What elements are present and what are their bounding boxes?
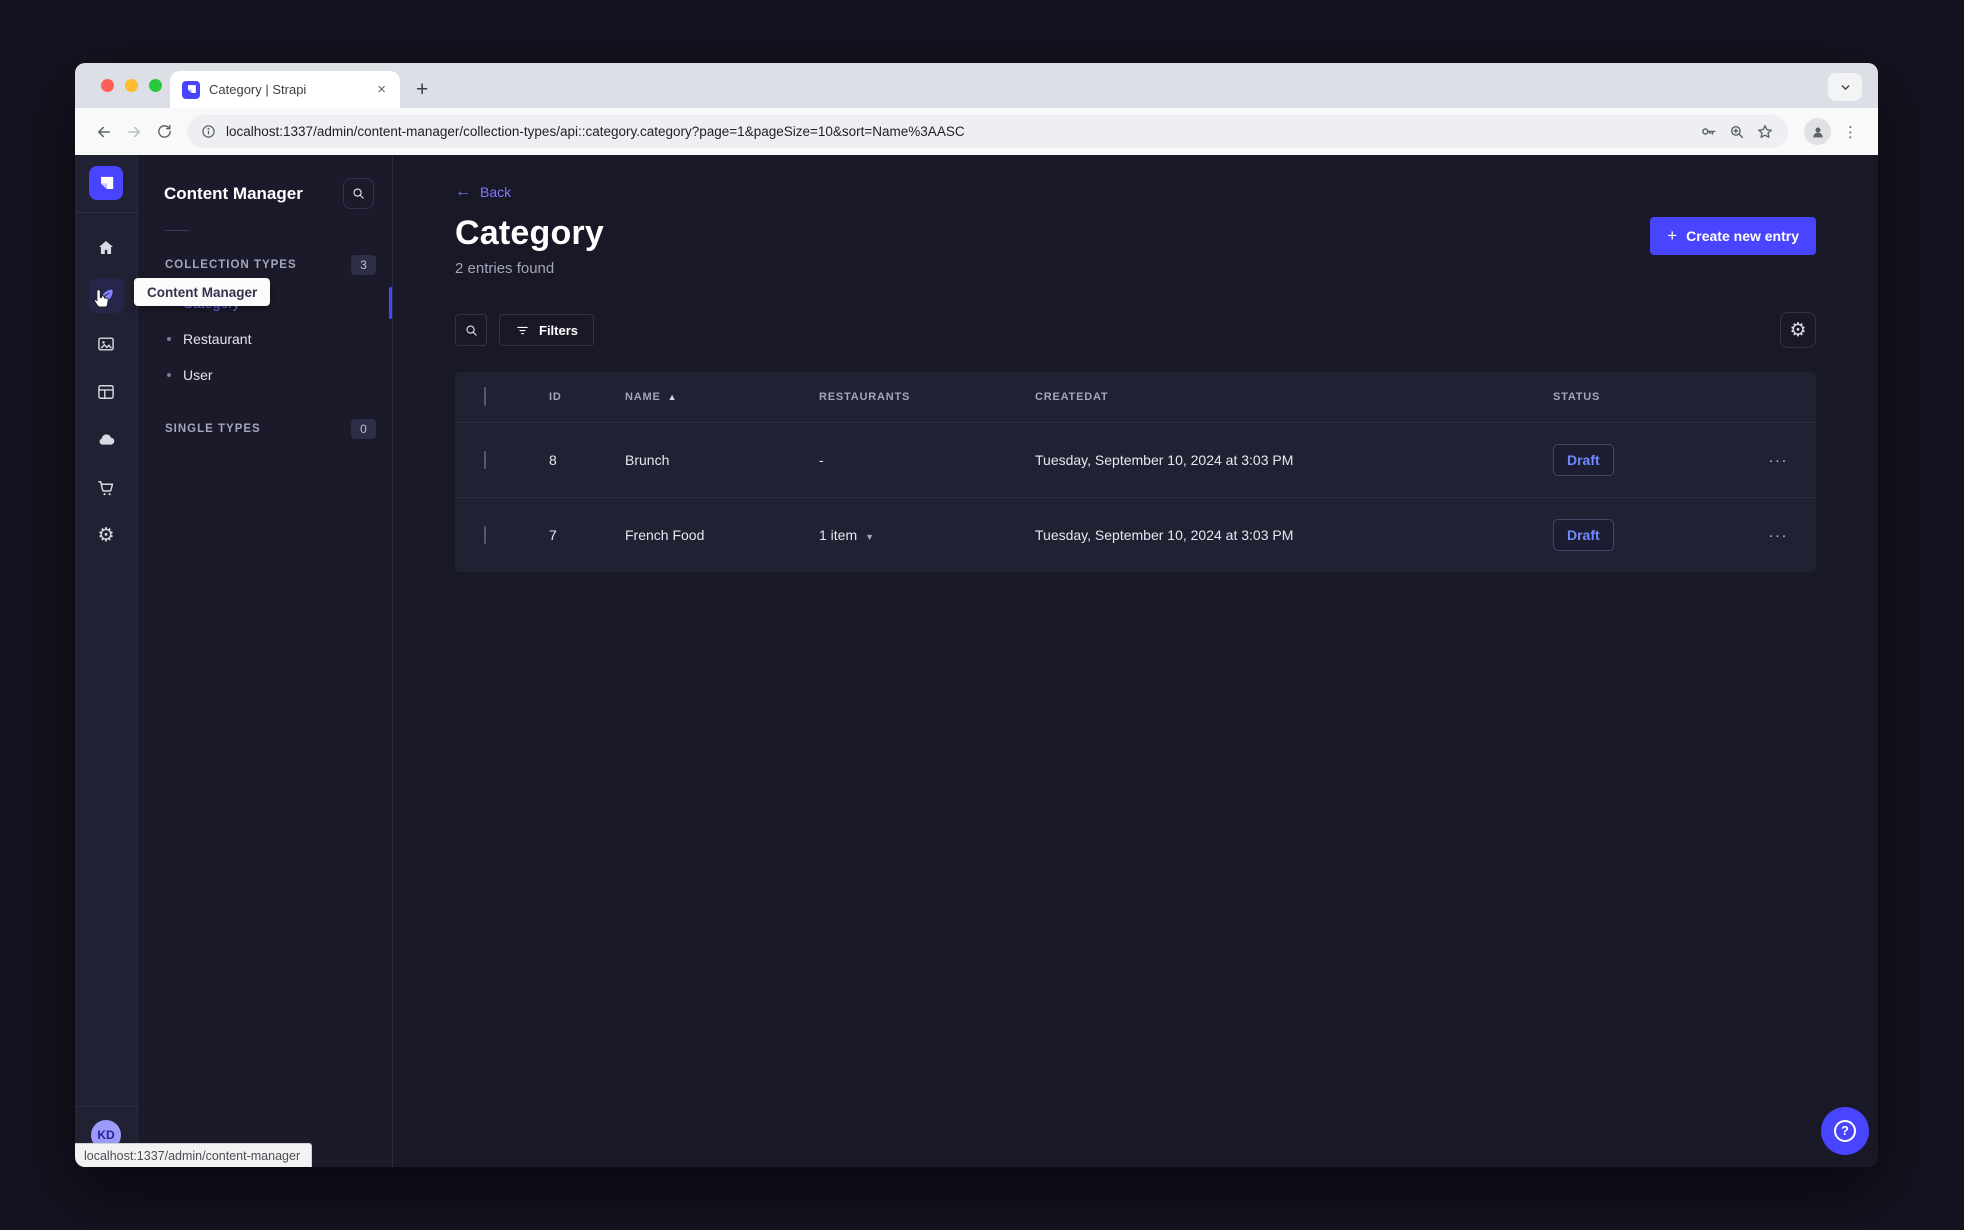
browser-tab-strip: Category | Strapi × +	[75, 63, 1878, 108]
rail-divider-bottom	[75, 1106, 138, 1107]
sidebar-item-user[interactable]: User	[138, 357, 392, 393]
content-manager-subnav: Content Manager COLLECTION TYPES 3 Categ…	[138, 155, 393, 1167]
table-row[interactable]: 7 French Food 1 item ▼ Tuesday, September…	[455, 497, 1816, 572]
password-key-icon[interactable]	[1699, 122, 1718, 141]
cell-restaurants[interactable]: 1 item ▼	[799, 527, 1015, 543]
single-types-label: SINGLE TYPES	[165, 423, 261, 435]
header-id[interactable]: ID	[529, 391, 605, 403]
subnav-title: Content Manager	[164, 183, 303, 203]
status-badge: Draft	[1553, 519, 1614, 551]
collection-types-count-badge: 3	[351, 255, 376, 275]
browser-status-bar: localhost:1337/admin/content-manager	[75, 1143, 313, 1167]
filters-button[interactable]: Filters	[499, 314, 595, 346]
entries-count: 2 entries found	[455, 260, 555, 277]
media-library-icon[interactable]	[89, 326, 124, 361]
strapi-logo[interactable]	[89, 166, 123, 200]
entries-table: ID NAME ▲ RESTAURANTS CREATEDAT STATUS 8 …	[455, 372, 1816, 572]
status-badge: Draft	[1553, 444, 1614, 476]
bullet-icon	[167, 337, 171, 341]
row-actions-menu-icon[interactable]: ···	[1744, 527, 1792, 544]
cell-name: Brunch	[625, 452, 670, 468]
subnav-search-icon[interactable]	[343, 178, 374, 209]
sort-asc-icon: ▲	[667, 392, 678, 402]
row-actions-menu-icon[interactable]: ···	[1744, 452, 1792, 469]
cell-id: 7	[549, 527, 557, 543]
view-settings-gear-icon[interactable]: ⚙	[1780, 312, 1816, 348]
back-arrow-icon: ←	[455, 183, 471, 200]
rail-divider	[75, 212, 138, 213]
main-content: ← Back Category 2 entries found + Create…	[393, 155, 1878, 1167]
browser-toolbar: localhost:1337/admin/content-manager/col…	[75, 108, 1878, 155]
collection-types-label: COLLECTION TYPES	[165, 259, 297, 271]
header-name[interactable]: NAME ▲	[605, 391, 799, 403]
cell-name: French Food	[625, 527, 705, 543]
page-title: Category	[455, 214, 604, 252]
table-row[interactable]: 8 Brunch - Tuesday, September 10, 2024 a…	[455, 422, 1816, 497]
bullet-icon	[167, 373, 171, 377]
browser-menu-icon[interactable]: ⋮	[1837, 123, 1864, 141]
cloud-icon[interactable]	[89, 422, 124, 457]
window-controls	[101, 79, 162, 92]
tab-title: Category | Strapi	[209, 82, 307, 97]
create-new-entry-button[interactable]: + Create new entry	[1650, 217, 1816, 255]
plus-icon: +	[1667, 226, 1678, 245]
browser-tab[interactable]: Category | Strapi ×	[170, 71, 400, 108]
strapi-favicon	[182, 80, 200, 99]
marketplace-cart-icon[interactable]	[89, 470, 124, 505]
subnav-divider	[165, 230, 189, 231]
strapi-admin: ⚙ KD Content Manager COLLECTION TYPES 3	[75, 155, 1878, 1167]
header-createdat[interactable]: CREATEDAT	[1015, 391, 1533, 403]
forward-nav-icon[interactable]	[119, 117, 149, 147]
tab-close-icon[interactable]: ×	[373, 81, 390, 98]
close-window-button[interactable]	[101, 79, 114, 92]
cell-createdat: Tuesday, September 10, 2024 at 3:03 PM	[1035, 452, 1294, 468]
settings-gear-icon[interactable]: ⚙	[89, 518, 124, 553]
row-checkbox[interactable]	[484, 451, 486, 469]
site-info-icon[interactable]	[201, 124, 216, 139]
zoom-in-icon[interactable]	[1728, 123, 1746, 141]
browser-window: Category | Strapi × + localhost:1337/adm…	[75, 63, 1878, 1167]
header-restaurants[interactable]: RESTAURANTS	[799, 391, 1015, 403]
select-all-checkbox[interactable]	[484, 387, 486, 406]
content-manager-tooltip: Content Manager	[134, 278, 271, 306]
address-bar[interactable]: localhost:1337/admin/content-manager/col…	[187, 115, 1788, 148]
content-type-builder-icon[interactable]	[89, 374, 124, 409]
cell-restaurants: -	[819, 452, 824, 468]
browser-profile-avatar[interactable]	[1804, 118, 1831, 145]
maximize-window-button[interactable]	[149, 79, 162, 92]
cell-createdat: Tuesday, September 10, 2024 at 3:03 PM	[1035, 527, 1294, 543]
filter-icon	[517, 326, 528, 334]
row-checkbox[interactable]	[484, 526, 486, 544]
home-icon[interactable]	[89, 230, 124, 265]
tab-search-chevron-icon[interactable]	[1828, 73, 1862, 101]
table-header-row: ID NAME ▲ RESTAURANTS CREATEDAT STATUS	[455, 372, 1816, 422]
help-button[interactable]: ?	[1821, 1107, 1869, 1155]
minimize-window-button[interactable]	[125, 79, 138, 92]
active-item-indicator	[389, 287, 392, 319]
back-nav-icon[interactable]	[89, 117, 119, 147]
cell-id: 8	[549, 452, 557, 468]
mouse-cursor	[92, 288, 111, 310]
chevron-down-icon: ▼	[865, 532, 875, 542]
reload-icon[interactable]	[149, 117, 179, 147]
header-status[interactable]: STATUS	[1533, 391, 1744, 403]
bookmark-star-icon[interactable]	[1756, 123, 1774, 141]
question-mark-icon: ?	[1834, 1120, 1856, 1142]
url-text[interactable]: localhost:1337/admin/content-manager/col…	[226, 124, 1689, 139]
table-search-icon[interactable]	[455, 314, 487, 346]
sidebar-item-restaurant[interactable]: Restaurant	[138, 321, 392, 357]
new-tab-button[interactable]: +	[416, 79, 428, 100]
back-link[interactable]: ← Back	[455, 183, 511, 201]
single-types-count-badge: 0	[351, 419, 376, 439]
